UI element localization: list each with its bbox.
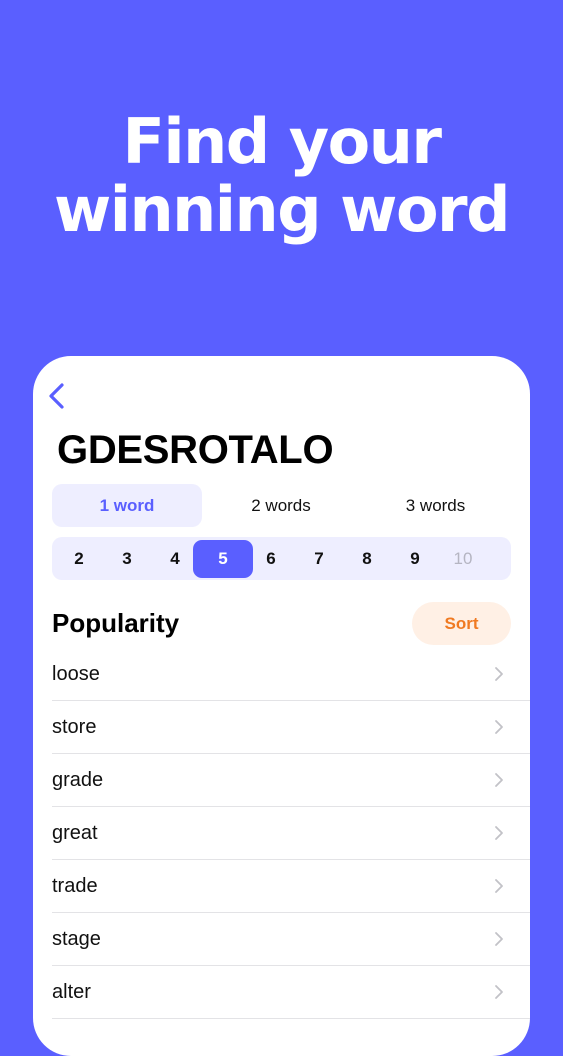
list-item[interactable]: trade	[52, 860, 530, 913]
length-option-4[interactable]: 4	[151, 540, 199, 578]
word-list: loose store grade great trade stage alte…	[52, 648, 530, 1019]
length-option-7[interactable]: 7	[295, 540, 343, 578]
list-item[interactable]: loose	[52, 648, 530, 701]
chevron-right-icon	[495, 879, 503, 893]
section-title: Popularity	[52, 608, 180, 638]
headline: Find your winning word	[0, 108, 563, 244]
tab-1-word[interactable]: 1 word	[52, 484, 202, 527]
length-option-3[interactable]: 3	[103, 540, 151, 578]
word-label: grade	[52, 768, 104, 791]
word-label: alter	[52, 980, 91, 1003]
word-label: trade	[52, 874, 98, 897]
list-item[interactable]: great	[52, 807, 530, 860]
chevron-right-icon	[495, 932, 503, 946]
chevron-right-icon	[495, 773, 503, 787]
word-label: great	[52, 821, 98, 844]
chevron-right-icon	[495, 826, 503, 840]
word-label: stage	[52, 927, 101, 950]
length-option-10[interactable]: 10	[439, 540, 487, 578]
headline-line-1: Find your	[122, 105, 442, 178]
headline-line-2: winning word	[54, 173, 511, 246]
word-length-selector: 2 3 4 5 6 7 8 9 10	[52, 537, 511, 580]
list-item[interactable]: store	[52, 701, 530, 754]
length-option-2[interactable]: 2	[55, 540, 103, 578]
chevron-right-icon	[495, 985, 503, 999]
chevron-right-icon	[495, 667, 503, 681]
chevron-left-icon	[49, 383, 64, 409]
word-label: loose	[52, 662, 100, 685]
word-label: store	[52, 715, 97, 738]
list-item[interactable]: grade	[52, 754, 530, 807]
sort-button[interactable]: Sort	[412, 602, 511, 645]
list-item[interactable]: alter	[52, 966, 530, 1019]
length-option-8[interactable]: 8	[343, 540, 391, 578]
list-item[interactable]: stage	[52, 913, 530, 966]
tab-2-words[interactable]: 2 words	[202, 484, 360, 527]
length-option-6[interactable]: 6	[247, 540, 295, 578]
length-option-5[interactable]: 5	[193, 539, 253, 578]
length-option-9[interactable]: 9	[391, 540, 439, 578]
word-count-tabs: 1 word 2 words 3 words	[52, 484, 511, 528]
chevron-right-icon	[495, 720, 503, 734]
app-card: GDESROTALO 1 word 2 words 3 words 2 3 4 …	[33, 356, 530, 1056]
tab-3-words[interactable]: 3 words	[360, 484, 511, 527]
back-button[interactable]	[45, 380, 69, 412]
letters-title: GDESROTALO	[57, 428, 334, 472]
